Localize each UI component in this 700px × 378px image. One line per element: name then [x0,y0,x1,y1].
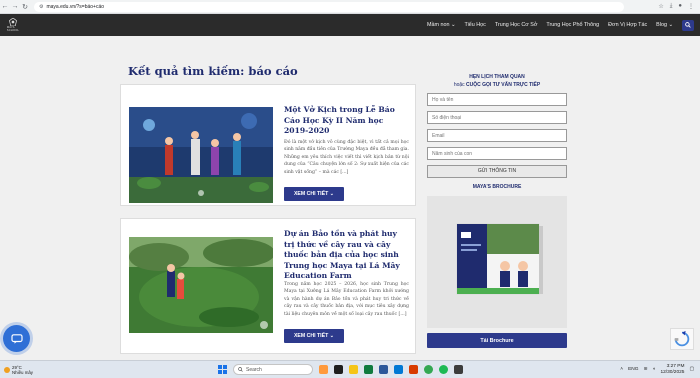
more-menu-icon[interactable]: ⋮ [688,3,694,10]
notification-icon[interactable]: ▢ [689,367,694,372]
weather-widget[interactable]: 29°C Nhiều mây [4,365,33,375]
post-excerpt: Đó là một vở kịch vô cùng đặc biệt, vì t… [284,140,409,175]
read-more-button[interactable]: XEM CHI TIẾT ⌄ [284,329,344,343]
taskbar-app-icon[interactable] [319,365,328,374]
download-brochure-button[interactable]: Tải Brochure [427,333,567,348]
site-header: MAYA SCHOOL Mầm non ⌄ Tiểu Học Trung Học… [0,14,700,36]
weather-desc: Nhiều mây [12,369,33,375]
sidebar-contact-form: HẸN LỊCH THAM QUAN hoặc CUỘC GỌI TƯ VẤN … [427,74,567,348]
recaptcha-icon [674,330,690,347]
spotify-icon[interactable] [439,365,448,374]
name-field[interactable] [427,93,567,106]
url-text: maya.edu.vn/?s=báo+cáo [46,3,105,10]
post-card: Một Vở Kịch trong Lễ Báo Cáo Học Kỳ II N… [120,84,416,206]
folder-icon[interactable] [349,365,358,374]
brochure-heading: MAYA'S BROCHURE [472,184,522,190]
volume-icon[interactable]: ◖ [653,367,656,372]
taskbar-app-icon[interactable] [364,365,373,374]
phone-field[interactable] [427,111,567,124]
edge-icon[interactable] [394,365,403,374]
post-card: Dự án Bảo tồn và phát huy trị thức về câ… [120,218,416,354]
taskbar-app-icon[interactable] [334,365,343,374]
form-heading: HẸN LỊCH THAM QUAN [469,74,525,80]
menu-item-tieu-hoc[interactable]: Tiểu Học [464,22,485,28]
menu-item-blog[interactable]: Blog ⌄ [656,22,673,28]
profile-icon[interactable]: ● [678,3,682,10]
site-logo[interactable]: MAYA SCHOOL [7,18,19,32]
chrome-icon[interactable] [424,365,433,374]
logo-emblem-icon [9,18,17,26]
chevron-down-icon: ⌄ [450,22,456,28]
submit-button[interactable]: GỬI THÔNG TIN [427,165,567,178]
chevron-up-icon[interactable]: ˄ [620,367,623,372]
taskbar-app-icon[interactable] [409,365,418,374]
chat-widget-button[interactable] [3,325,30,352]
bookmark-star-icon[interactable]: ☆ [658,3,663,10]
read-more-button[interactable]: XEM CHI TIẾT ⌄ [284,187,344,201]
form-subheading-prefix: hoặc [453,82,465,88]
address-bar[interactable]: ⚙ maya.edu.vn/?s=báo+cáo [34,1,624,12]
page-scrollbar[interactable] [694,36,700,354]
weather-icon [4,366,10,373]
chevron-down-icon: ⌄ [329,191,335,197]
clock[interactable]: 3:27 PM 12/30/2025 [660,364,684,375]
photo-school-play [129,107,273,203]
wifi-icon[interactable]: ≋ [644,367,648,372]
child-birth-year-field[interactable] [427,147,567,160]
taskbar-app-icon[interactable] [454,365,463,374]
menu-item-thpt[interactable]: Trung Học Phổ Thông [546,22,599,28]
clock-date: 12/30/2025 [660,369,685,375]
logo-text: MAYA SCHOOL [6,26,20,32]
chevron-down-icon: ⌄ [668,22,673,28]
search-icon [238,367,243,372]
browser-toolbar: ← → ↻ ⚙ maya.edu.vn/?s=báo+cáo ☆ ⤓ ● ⋮ [0,0,700,14]
form-subheading-text: CUỘC GỌI TƯ VẤN TRỰC TIẾP [466,82,541,88]
post-excerpt: Trong năm học 2025 – 2026, học sinh Trun… [284,282,409,317]
post-thumbnail[interactable] [129,107,273,203]
os-taskbar: 29°C Nhiều mây Search ˄ ENG ≋ ◖ 3:27 PM … [0,360,700,378]
chat-icon [10,333,23,344]
read-more-label: XEM CHI TIẾT [293,191,329,197]
recaptcha-badge[interactable] [670,328,694,350]
form-subheading: hoặc CUỘC GỌI TƯ VẤN TRỰC TIẾP [427,82,567,88]
word-icon[interactable] [379,365,388,374]
page-content: Kết quả tìm kiếm: báo cáo Một Vở Kịch tr… [0,36,700,354]
search-icon [685,22,691,28]
header-search-button[interactable] [682,19,694,31]
post-title[interactable]: Dự án Bảo tồn và phát huy trị thức về câ… [284,229,409,282]
menu-item-mam-non[interactable]: Mầm non ⌄ [427,22,456,28]
taskbar-search-placeholder: Search [246,366,262,373]
page-title: Kết quả tìm kiếm: báo cáo [128,64,298,78]
brochure-mockup [427,196,567,328]
site-info-icon[interactable]: ⚙ [39,4,43,10]
menu-item-partners[interactable]: Đơn Vị Hợp Tác [608,22,647,28]
windows-start-icon[interactable] [218,365,227,374]
read-more-label: XEM CHI TIẾT [293,333,329,339]
reload-icon[interactable]: ↻ [20,3,30,11]
menu-item-thcs[interactable]: Trung Học Cơ Sở [495,22,538,28]
system-tray: ˄ ENG ≋ ◖ 3:27 PM 12/30/2025 ▢ [620,364,694,375]
language-indicator[interactable]: ENG [628,367,638,372]
chevron-down-icon: ⌄ [329,333,335,339]
main-menu: Mầm non ⌄ Tiểu Học Trung Học Cơ Sở Trung… [427,19,700,31]
post-title[interactable]: Một Vở Kịch trong Lễ Báo Cáo Học Kỳ II N… [284,105,409,137]
download-icon[interactable]: ⤓ [670,3,673,10]
forward-icon[interactable]: → [10,3,20,10]
brochure-image[interactable] [427,196,567,328]
email-field[interactable] [427,129,567,142]
taskbar-search[interactable]: Search [233,364,313,375]
post-thumbnail[interactable] [129,237,273,333]
back-icon[interactable]: ← [0,3,10,10]
photo-students-farm [129,237,273,333]
